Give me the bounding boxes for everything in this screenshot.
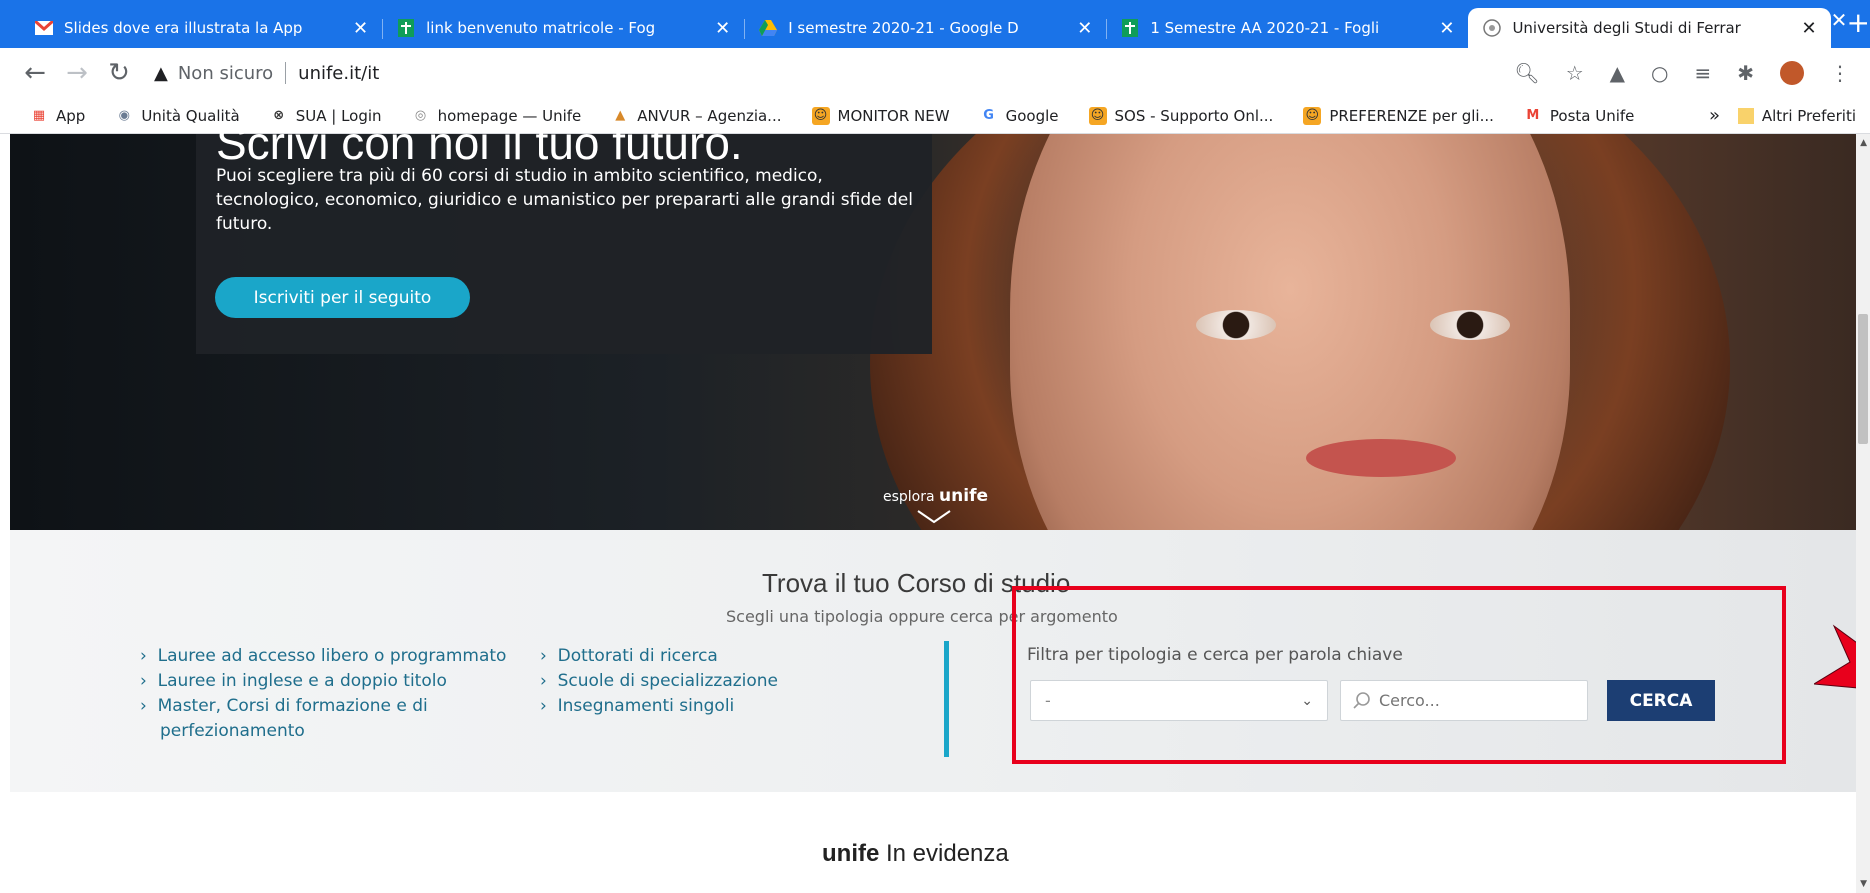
tab-title: 1 Semestre AA 2020-21 - Fogli xyxy=(1150,19,1380,37)
explore-link[interactable]: esplora unife xyxy=(883,486,988,506)
scroll-down-icon[interactable]: ▼ xyxy=(1860,879,1867,889)
restore-icon[interactable]: ❐ xyxy=(1746,0,1808,40)
tab-title: I semestre 2020-21 - Google D xyxy=(788,19,1019,37)
browser-toolbar: ← → ↻ ▲ Non sicuro unife.it/it 🔍︎ ☆ ▲ ○ … xyxy=(0,48,1870,98)
in-evidenza-heading: unife In evidenza xyxy=(822,840,1009,867)
course-link[interactable]: › Scuole di specializzazione xyxy=(540,669,778,694)
browser-tab[interactable]: Slides dove era illustrata la App ✕ xyxy=(20,8,382,48)
unife-icon xyxy=(1482,18,1502,38)
hero-description: Puoi scegliere tra più di 60 corsi di st… xyxy=(216,166,913,234)
apps-grid-icon: ▦ xyxy=(32,108,46,123)
close-icon[interactable]: ✕ xyxy=(353,18,368,39)
sos-icon: ☺ xyxy=(1088,106,1107,125)
gmail-icon xyxy=(34,18,54,38)
close-icon[interactable]: ✕ xyxy=(1439,18,1454,39)
sheets-icon xyxy=(396,18,416,38)
bookmarks-overflow-button[interactable]: » xyxy=(1709,105,1720,126)
quality-icon: ◉ xyxy=(118,108,130,123)
extension-circle-icon[interactable]: ○ xyxy=(1651,61,1668,85)
drive-icon xyxy=(758,18,778,38)
bookmark-item[interactable]: G Google xyxy=(980,107,1058,125)
menu-icon[interactable]: ⋮ xyxy=(1830,61,1850,85)
course-links-col1: › Lauree ad accesso libero o programmato… xyxy=(140,644,506,744)
tab-title: link benvenuto matricole - Fog xyxy=(426,19,656,37)
monitor-icon: ☺ xyxy=(811,106,830,125)
bookmark-item[interactable]: ☺ SOS - Supporto Onl... xyxy=(1088,106,1273,125)
back-icon[interactable]: ← xyxy=(14,58,56,88)
hero-photo-eye xyxy=(1196,310,1276,340)
course-link[interactable]: › Master, Corsi di formazione e di xyxy=(140,694,506,719)
reload-icon[interactable]: ↻ xyxy=(98,58,140,88)
other-bookmarks[interactable]: Altri Preferiti xyxy=(1737,107,1856,125)
browser-tab[interactable]: I semestre 2020-21 - Google D ✕ xyxy=(744,8,1106,48)
course-link[interactable]: › Lauree in inglese e a doppio titolo xyxy=(140,669,506,694)
course-links-col2: › Dottorati di ricerca › Scuole di speci… xyxy=(540,644,778,719)
folder-icon xyxy=(1737,107,1754,124)
course-link[interactable]: › Lauree ad accesso libero o programmato xyxy=(140,644,506,669)
gmail-icon: M xyxy=(1526,108,1540,123)
chevron-down-icon[interactable] xyxy=(916,510,952,524)
avatar[interactable] xyxy=(1780,61,1804,85)
bookmark-apps[interactable]: ▦ App xyxy=(30,107,85,125)
course-link-continuation[interactable]: perfezionamento xyxy=(140,719,506,744)
highlight-annotation-box xyxy=(1012,586,1786,764)
enroll-button[interactable]: Iscriviti per il seguito xyxy=(215,277,470,318)
close-window-icon[interactable]: ✕ xyxy=(1808,0,1870,40)
google-icon: G xyxy=(983,108,994,123)
hero-photo-eye xyxy=(1430,310,1510,340)
close-icon[interactable]: ✕ xyxy=(715,18,730,39)
bookmark-item[interactable]: ☺ PREFERENZE per gli... xyxy=(1303,106,1494,125)
extensions-puzzle-icon[interactable]: ✱ xyxy=(1737,61,1754,85)
security-status: Non sicuro xyxy=(177,62,274,84)
course-link[interactable]: › Insegnamenti singoli xyxy=(540,694,778,719)
browser-tab-strip: Slides dove era illustrata la App ✕ link… xyxy=(0,0,1870,48)
url-text: unife.it/it xyxy=(298,62,380,84)
bookmark-star-icon[interactable]: ☆ xyxy=(1566,61,1584,85)
browser-tab[interactable]: 1 Semestre AA 2020-21 - Fogli ✕ xyxy=(1106,8,1468,48)
section-divider xyxy=(944,641,949,757)
hero-heading: Scrivi con noi il tuo futuro. xyxy=(216,117,743,169)
hero-photo-lips xyxy=(1306,439,1456,477)
close-icon[interactable]: ✕ xyxy=(1077,18,1092,39)
media-icon[interactable]: ≡ xyxy=(1694,61,1711,85)
window-controls: – ❐ ✕ xyxy=(1684,0,1870,40)
minimize-icon[interactable]: – xyxy=(1684,0,1746,40)
drive-extension-icon[interactable]: ▲ xyxy=(1610,61,1625,85)
warning-icon: ▲ xyxy=(154,62,168,84)
scroll-up-icon[interactable]: ▲ xyxy=(1860,138,1867,148)
preferenze-icon: ☺ xyxy=(1303,106,1322,125)
sheets-icon xyxy=(1120,18,1140,38)
bookmark-item[interactable]: ☺ MONITOR NEW xyxy=(811,106,950,125)
page-scrollbar[interactable]: ▲ ▼ xyxy=(1856,134,1870,893)
bookmark-item[interactable]: M Posta Unife xyxy=(1524,107,1634,125)
course-link[interactable]: › Dottorati di ricerca xyxy=(540,644,778,669)
scrollbar-thumb[interactable] xyxy=(1858,314,1868,444)
zoom-icon[interactable]: 🔍︎ xyxy=(1514,61,1539,85)
toolbar-actions: 🔍︎ ☆ ▲ ○ ≡ ✱ ⋮ xyxy=(1514,61,1870,85)
tab-title: Slides dove era illustrata la App xyxy=(64,19,303,37)
browser-tab[interactable]: link benvenuto matricole - Fog ✕ xyxy=(382,8,744,48)
forward-icon[interactable]: → xyxy=(56,58,98,88)
address-bar[interactable]: ▲ Non sicuro unife.it/it xyxy=(154,53,1514,93)
